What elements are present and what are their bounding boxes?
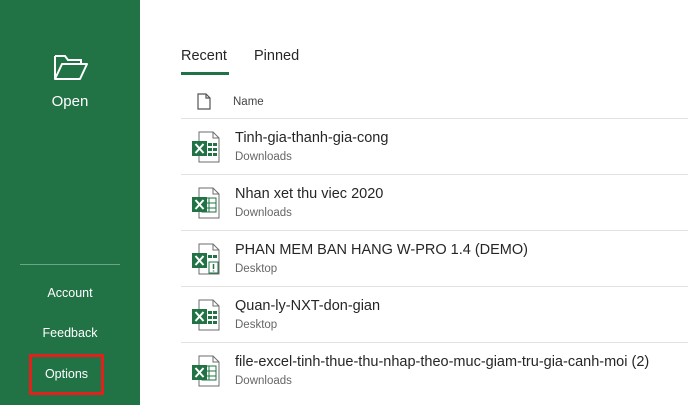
excel-file-icon <box>191 131 221 163</box>
file-name: Nhan xet thu viec 2020 <box>235 186 384 202</box>
excel-backstage: Open Account Feedback Options Recent Pin… <box>0 0 688 405</box>
account-button[interactable]: Account <box>20 276 120 310</box>
file-icon <box>197 93 211 110</box>
tab-pinned[interactable]: Pinned <box>254 48 299 64</box>
active-tab-indicator <box>181 72 229 75</box>
file-name: PHAN MEM BAN HANG W-PRO 1.4 (DEMO) <box>235 242 528 258</box>
excel-file-icon <box>191 299 221 331</box>
recent-file-row[interactable]: PHAN MEM BAN HANG W-PRO 1.4 (DEMO) Deskt… <box>181 230 688 286</box>
open-button[interactable]: Open <box>20 40 120 120</box>
file-list-header: Name <box>181 90 688 118</box>
open-folder-icon <box>53 52 89 82</box>
open-pane: Recent Pinned Name Tinh-gia-thanh-gia-co… <box>140 0 688 405</box>
file-location: Desktop <box>235 263 278 275</box>
file-location: Downloads <box>235 375 292 387</box>
excel-macro-file-icon <box>191 243 221 275</box>
tab-recent[interactable]: Recent <box>181 48 227 64</box>
recent-file-list: Tinh-gia-thanh-gia-cong Downloads Nhan x… <box>181 118 688 398</box>
excel-template-icon <box>191 355 221 387</box>
file-name: Tinh-gia-thanh-gia-cong <box>235 130 389 146</box>
options-button[interactable]: Options <box>29 354 104 395</box>
recent-file-row[interactable]: Quan-ly-NXT-don-gian Desktop <box>181 286 688 342</box>
backstage-sidebar: Open Account Feedback Options <box>0 0 140 405</box>
file-location: Desktop <box>235 319 278 331</box>
recent-file-row[interactable]: file-excel-tinh-thue-thu-nhap-theo-muc-g… <box>181 342 688 398</box>
file-location: Downloads <box>235 207 292 219</box>
file-name: Quan-ly-NXT-don-gian <box>235 298 381 314</box>
open-label: Open <box>51 93 89 110</box>
sidebar-divider <box>20 264 120 265</box>
name-column-header[interactable]: Name <box>233 96 264 108</box>
file-name: file-excel-tinh-thue-thu-nhap-theo-muc-g… <box>235 354 650 370</box>
file-location: Downloads <box>235 151 292 163</box>
recent-file-row[interactable]: Tinh-gia-thanh-gia-cong Downloads <box>181 118 688 174</box>
feedback-button[interactable]: Feedback <box>20 316 120 350</box>
excel-template-icon <box>191 187 221 219</box>
recent-file-row[interactable]: Nhan xet thu viec 2020 Downloads <box>181 174 688 230</box>
